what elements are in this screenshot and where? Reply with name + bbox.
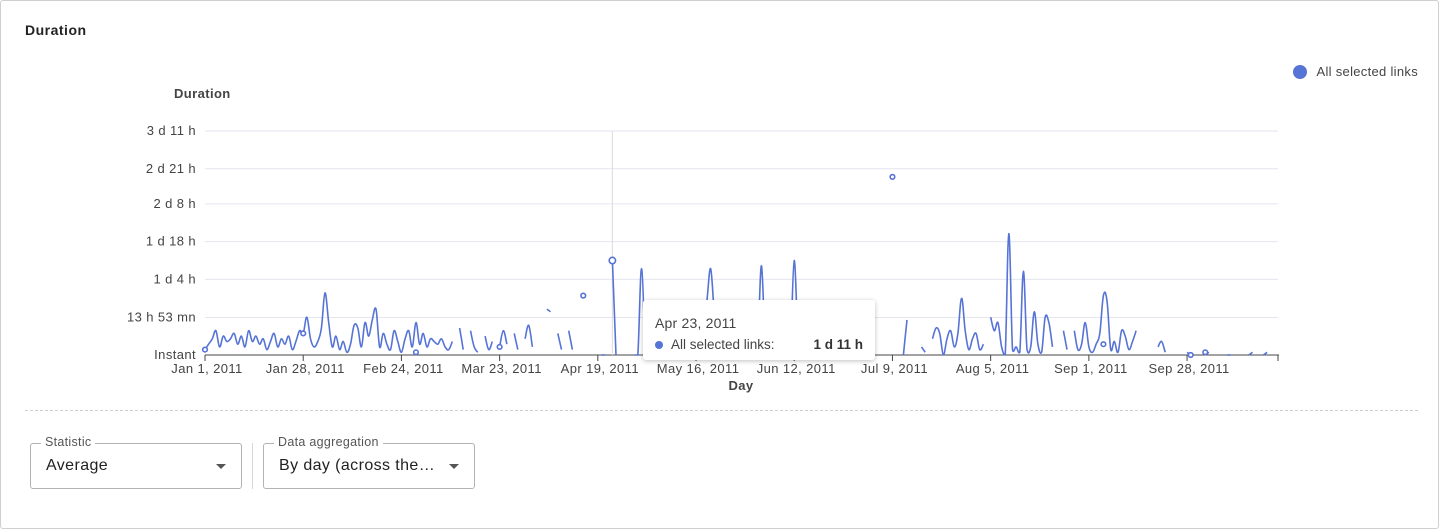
data-point bbox=[1187, 351, 1194, 359]
x-tick-label: Jan 1, 2011 bbox=[171, 361, 242, 376]
y-axis-title: Duration bbox=[174, 86, 231, 101]
series-line bbox=[513, 333, 519, 350]
series-line bbox=[546, 308, 552, 313]
x-tick-label: Jan 28, 2011 bbox=[266, 361, 345, 376]
statistic-select-label: Statistic bbox=[41, 435, 96, 449]
x-tick-label: May 16, 2011 bbox=[657, 361, 740, 376]
data-point bbox=[412, 349, 420, 356]
x-tick-label: Feb 24, 2011 bbox=[363, 361, 443, 376]
x-tick-label: Apr 19, 2011 bbox=[561, 361, 639, 376]
series-line bbox=[611, 260, 617, 356]
series-line bbox=[1062, 330, 1068, 350]
y-tick-label: 3 d 11 h bbox=[147, 123, 196, 138]
statistic-select-value: Average bbox=[46, 457, 109, 474]
y-tick-label: 2 d 8 h bbox=[153, 196, 196, 211]
y-tick-label: Instant bbox=[154, 347, 196, 362]
series-line bbox=[557, 333, 563, 350]
section-divider bbox=[25, 410, 1418, 411]
tooltip-value: 1 d 11 h bbox=[813, 337, 863, 352]
aggregation-select-label: Data aggregation bbox=[274, 435, 383, 449]
x-tick-label: Mar 23, 2011 bbox=[461, 361, 541, 376]
data-point bbox=[201, 346, 209, 353]
series-line bbox=[524, 324, 534, 348]
y-tick-label: 1 d 18 h bbox=[146, 234, 196, 249]
tooltip-row: All selected links: 1 d 11 h bbox=[655, 337, 863, 352]
data-point bbox=[496, 343, 503, 351]
series-line bbox=[1157, 340, 1166, 353]
series-line bbox=[902, 319, 908, 356]
x-tick-label: Jun 12, 2011 bbox=[757, 361, 836, 376]
y-tick-label: 13 h 53 mn bbox=[127, 310, 196, 325]
series-line bbox=[484, 335, 494, 351]
chevron-down-icon bbox=[449, 464, 459, 469]
series-line bbox=[931, 297, 985, 356]
chart-tooltip: Apr 23, 2011 All selected links: 1 d 11 … bbox=[643, 300, 875, 360]
chart-grid bbox=[205, 130, 1278, 319]
x-tick-label: Aug 5, 2011 bbox=[956, 361, 1030, 376]
x-tick-label: Sep 28, 2011 bbox=[1148, 361, 1229, 376]
series-line bbox=[204, 292, 454, 354]
series-line bbox=[567, 330, 574, 350]
aggregation-select[interactable]: Data aggregation By day (across the… bbox=[263, 435, 475, 489]
statistic-select[interactable]: Statistic Average bbox=[30, 435, 242, 489]
data-point bbox=[889, 173, 896, 180]
series-line bbox=[458, 327, 464, 350]
data-point bbox=[1100, 341, 1107, 348]
control-separator bbox=[252, 443, 253, 489]
data-point bbox=[1202, 349, 1209, 356]
x-tick-label: Jul 9, 2011 bbox=[861, 361, 928, 376]
series-line bbox=[469, 330, 479, 353]
x-tick-label: Sep 1, 2011 bbox=[1054, 361, 1128, 376]
series-line bbox=[989, 232, 1054, 356]
y-tick-label: 1 d 4 h bbox=[153, 271, 196, 286]
chevron-down-icon bbox=[216, 464, 226, 469]
x-axis-title: Day bbox=[728, 378, 753, 393]
tooltip-series-label: All selected links: bbox=[671, 337, 775, 352]
tooltip-date: Apr 23, 2011 bbox=[655, 315, 737, 331]
data-point bbox=[580, 292, 587, 299]
aggregation-select-value: By day (across the… bbox=[279, 457, 436, 474]
tooltip-series-dot-icon bbox=[655, 340, 663, 349]
y-tick-label: 2 d 21 h bbox=[146, 161, 196, 176]
hovered-point bbox=[608, 256, 617, 265]
series-line bbox=[920, 346, 926, 353]
data-point bbox=[300, 330, 307, 337]
y-axis: Instant 13 h 53 mn 1 d 4 h 1 d 18 h 2 d 8 h 2… bbox=[127, 123, 196, 362]
